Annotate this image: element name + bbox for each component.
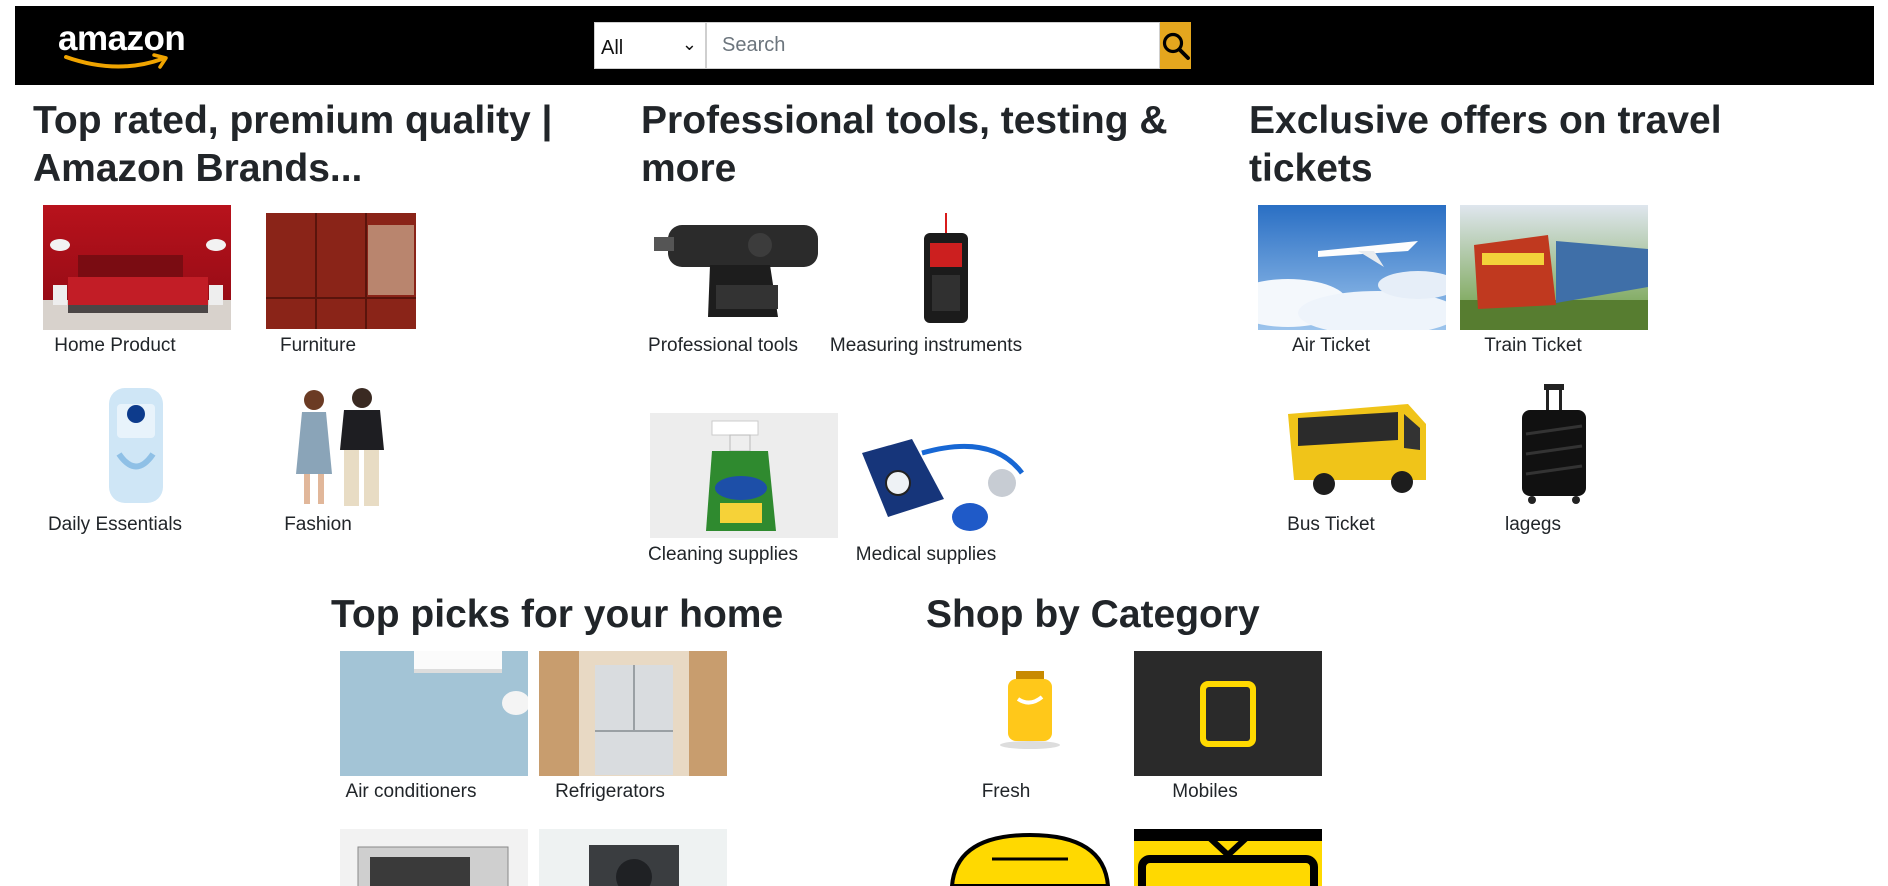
item-label[interactable]: Air conditioners <box>311 777 511 807</box>
luggage-image[interactable] <box>1460 384 1648 509</box>
section-title-tools: Professional tools, testing & <box>641 99 1168 142</box>
air-conditioners-image[interactable] <box>340 651 528 776</box>
daily-essentials-image[interactable] <box>43 384 231 509</box>
smile-arrow-icon <box>64 53 168 69</box>
item-label[interactable]: Refrigerators <box>510 777 710 807</box>
item-label[interactable]: Furniture <box>218 331 418 361</box>
item-label[interactable]: Air Ticket <box>1231 331 1431 361</box>
item-label[interactable]: Train Ticket <box>1433 331 1633 361</box>
fashion-image[interactable] <box>264 384 452 509</box>
item-label[interactable]: Mobiles <box>1105 777 1305 807</box>
section-title-home: Top picks for your home <box>331 593 784 636</box>
professional-tools-image[interactable] <box>650 205 838 330</box>
item-label[interactable]: Professional tools <box>623 331 823 361</box>
section-title-category: Shop by Category <box>926 593 1260 636</box>
item-label[interactable]: Fashion <box>218 510 418 540</box>
item-label[interactable]: Fresh <box>906 777 1106 807</box>
search-button[interactable] <box>1160 22 1191 69</box>
item-label[interactable]: lagegs <box>1433 510 1633 540</box>
washing-machine-image[interactable] <box>539 829 727 886</box>
amazon-logo[interactable]: amazon <box>58 19 218 73</box>
item-label[interactable]: Bus Ticket <box>1231 510 1431 540</box>
item-label[interactable]: Home Product <box>15 331 215 361</box>
fresh-image[interactable] <box>936 651 1124 776</box>
section-title-brands: Top rated, premium quality | <box>33 99 553 142</box>
refrigerators-image[interactable] <box>539 651 727 776</box>
section-title-tools-line2: more <box>641 147 737 190</box>
air-ticket-image[interactable] <box>1258 205 1446 330</box>
cleaning-supplies-image[interactable] <box>650 413 838 538</box>
chevron-down-icon: ⌄ <box>681 34 697 54</box>
category-image-3[interactable] <box>936 829 1124 886</box>
item-label[interactable]: Cleaning supplies <box>623 540 823 570</box>
item-label[interactable]: Measuring instruments <box>826 331 1026 361</box>
item-label[interactable]: Medical supplies <box>826 540 1026 570</box>
category-select[interactable]: All ⌄ <box>594 22 706 69</box>
medical-supplies-image[interactable] <box>852 413 1040 538</box>
microwave-image[interactable] <box>340 829 528 886</box>
category-image-4[interactable] <box>1134 829 1322 886</box>
measuring-instruments-image[interactable] <box>852 205 1040 330</box>
search-icon <box>1162 32 1190 60</box>
search-box <box>706 22 1160 69</box>
mobiles-image[interactable] <box>1134 651 1322 776</box>
train-ticket-image[interactable] <box>1460 205 1648 330</box>
section-title-brands-line2: Amazon Brands... <box>33 147 363 190</box>
furniture-image[interactable] <box>264 205 452 330</box>
search-input[interactable] <box>707 23 1159 68</box>
bus-ticket-image[interactable] <box>1258 384 1446 509</box>
section-title-travel: Exclusive offers on travel <box>1249 99 1722 142</box>
category-select-value: All <box>601 37 624 59</box>
item-label[interactable]: Daily Essentials <box>15 510 215 540</box>
home-product-image[interactable] <box>43 205 231 330</box>
section-title-travel-line2: tickets <box>1249 147 1373 190</box>
